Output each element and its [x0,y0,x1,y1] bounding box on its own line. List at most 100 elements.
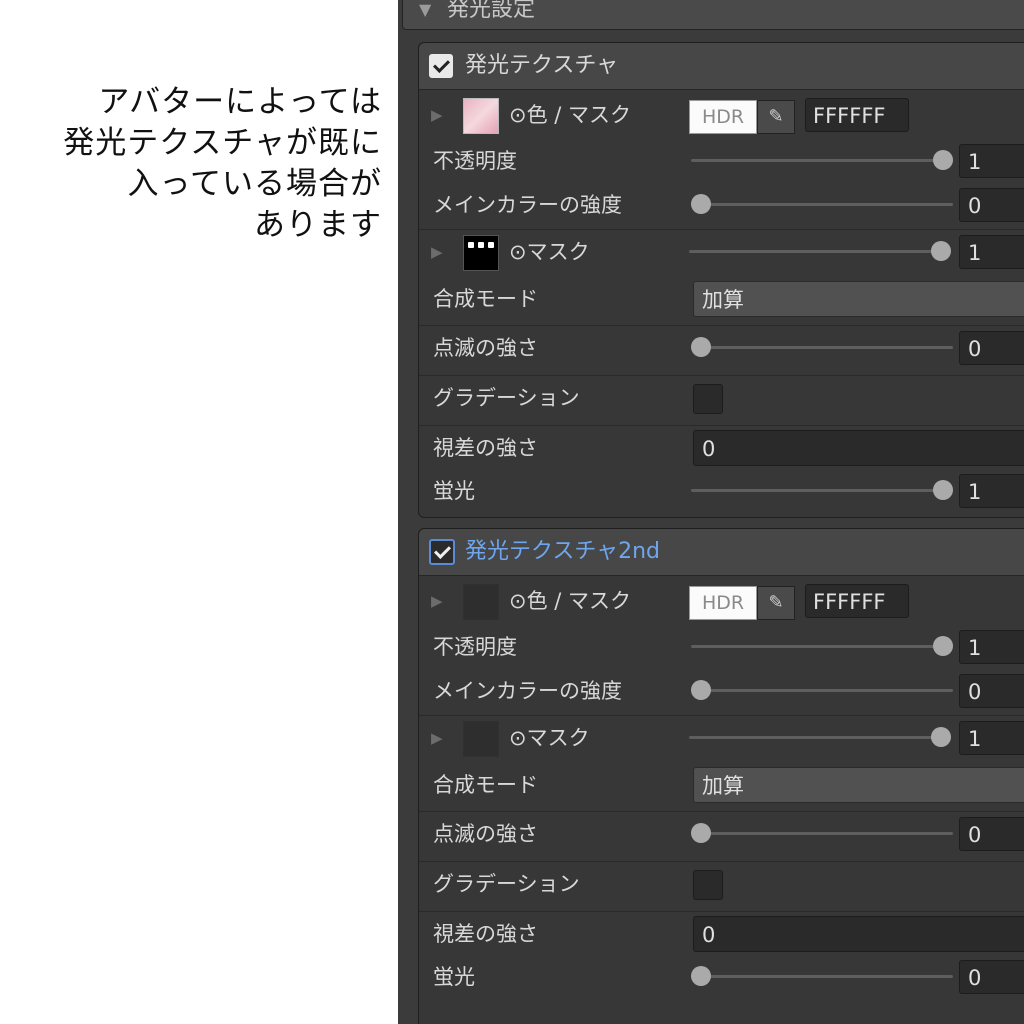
color-hex-field[interactable]: FFFFFF [805,584,909,618]
triangle-right-icon[interactable]: ▶ [431,230,443,274]
blend-mode-dropdown[interactable]: 加算 [693,767,1024,803]
main-color-strength-row: メインカラーの強度 0 [419,669,1024,713]
mask-thumbnail[interactable] [463,235,499,271]
main-color-strength-label: メインカラーの強度 [433,193,622,217]
slider-knob[interactable] [932,636,953,656]
blink-strength-label: 点滅の強さ [433,822,538,846]
parallax-strength-label: 視差の強さ [433,922,538,946]
enable-checkbox[interactable] [429,54,453,78]
mask-value[interactable]: 1 [959,235,1024,269]
mask-label: ⊙マスク [509,240,590,264]
blink-strength-value[interactable]: 0 [959,817,1024,851]
gradation-row: グラデーション [419,375,1024,420]
slider-knob[interactable] [691,680,712,700]
inspector-panel: ▼ 発光設定 発光テクスチャ ▶ ⊙色 / マスク HDR ✎ FFFFFF 不… [398,0,1024,1024]
annotation-caption: アバターによっては 発光テクスチャが既に 入っている場合が あります [0,82,382,246]
slider-knob[interactable] [691,194,712,214]
opacity-row: 不透明度 1 [419,625,1024,669]
gradation-row: グラデーション [419,861,1024,906]
emission-section-header[interactable]: ▼ 発光設定 [402,0,1024,30]
eyedropper-icon[interactable]: ✎ [757,100,795,134]
triangle-right-icon[interactable]: ▶ [431,579,443,623]
blend-mode-label: 合成モード [433,287,538,311]
group-title: 発光テクスチャ [465,53,619,78]
color-mask-row: ▶ ⊙色 / マスク HDR ✎ FFFFFF [419,579,1024,623]
slider-knob[interactable] [691,337,712,357]
eyedropper-icon[interactable]: ✎ [757,586,795,620]
slider-knob[interactable] [932,480,953,500]
main-color-strength-label: メインカラーの強度 [433,679,622,703]
group-title: 発光テクスチャ2nd [465,539,661,564]
caption-line: あります [254,207,382,243]
blink-strength-row: 点滅の強さ 0 [419,811,1024,856]
fluorescence-value[interactable]: 0 [959,960,1024,994]
slider-knob[interactable] [930,727,951,747]
emission-texture-2nd-group: 発光テクスチャ2nd ▶ ⊙色 / マスク HDR ✎ FFFFFF 不透明度 … [418,528,1024,1024]
mask-value[interactable]: 1 [959,721,1024,755]
color-mask-row: ▶ ⊙色 / マスク HDR ✎ FFFFFF [419,93,1024,137]
blink-strength-slider[interactable] [691,326,953,370]
triangle-down-icon: ▼ [419,0,432,19]
emission-texture-group: 発光テクスチャ ▶ ⊙色 / マスク HDR ✎ FFFFFF 不透明度 1 メ… [418,42,1024,518]
opacity-slider[interactable] [691,139,953,183]
opacity-value[interactable]: 1 [959,144,1024,178]
blend-mode-row: 合成モード 加算 [419,277,1024,321]
blink-strength-label: 点滅の強さ [433,336,538,360]
triangle-right-icon[interactable]: ▶ [431,93,443,137]
caption-line: アバターによっては [98,84,382,120]
fluorescence-label: 蛍光 [433,965,475,989]
enable-checkbox[interactable] [429,539,455,565]
blend-mode-dropdown[interactable]: 加算 [693,281,1024,317]
hdr-color-swatch[interactable]: HDR [689,100,757,134]
main-color-strength-value[interactable]: 0 [959,188,1024,222]
opacity-value[interactable]: 1 [959,630,1024,664]
parallax-strength-row: 視差の強さ 0 [419,425,1024,470]
slider-knob[interactable] [930,241,951,261]
opacity-row: 不透明度 1 [419,139,1024,183]
mask-label: ⊙マスク [509,726,590,750]
slider-knob[interactable] [691,823,712,843]
mask-slider[interactable] [689,230,951,274]
caption-line: 入っている場合が [127,166,382,202]
blink-strength-value[interactable]: 0 [959,331,1024,365]
caption-line: 発光テクスチャが既に [63,125,382,161]
fluorescence-slider[interactable] [691,469,953,513]
blink-strength-slider[interactable] [691,812,953,856]
main-color-strength-row: メインカラーの強度 0 [419,183,1024,227]
opacity-label: 不透明度 [433,635,517,659]
blend-mode-label: 合成モード [433,773,538,797]
parallax-strength-row: 視差の強さ 0 [419,911,1024,956]
opacity-slider[interactable] [691,625,953,669]
section-title: 発光設定 [447,0,536,22]
parallax-strength-label: 視差の強さ [433,436,538,460]
mask-thumbnail[interactable] [463,721,499,757]
fluorescence-row: 蛍光 0 [419,955,1024,999]
group-header: 発光テクスチャ [419,43,1024,90]
opacity-label: 不透明度 [433,149,517,173]
main-color-strength-slider[interactable] [691,183,953,227]
parallax-strength-field[interactable]: 0 [693,916,1024,952]
fluorescence-label: 蛍光 [433,479,475,503]
texture-thumbnail[interactable] [463,584,499,620]
parallax-strength-field[interactable]: 0 [693,430,1024,466]
fluorescence-value[interactable]: 1 [959,474,1024,508]
fluorescence-slider[interactable] [691,955,953,999]
slider-knob[interactable] [691,966,712,986]
blend-mode-row: 合成モード 加算 [419,763,1024,807]
gradation-label: グラデーション [433,386,580,410]
texture-thumbnail[interactable] [463,98,499,134]
color-mask-label: ⊙色 / マスク [509,589,632,613]
gradation-label: グラデーション [433,872,580,896]
hdr-color-swatch[interactable]: HDR [689,586,757,620]
fluorescence-row: 蛍光 1 [419,469,1024,513]
main-color-strength-slider[interactable] [691,669,953,713]
mask-slider[interactable] [689,716,951,760]
mask-row: ▶ ⊙マスク 1 [419,229,1024,274]
slider-knob[interactable] [932,150,953,170]
gradation-checkbox[interactable] [693,870,723,900]
gradation-checkbox[interactable] [693,384,723,414]
triangle-right-icon[interactable]: ▶ [431,716,443,760]
blink-strength-row: 点滅の強さ 0 [419,325,1024,370]
color-hex-field[interactable]: FFFFFF [805,98,909,132]
main-color-strength-value[interactable]: 0 [959,674,1024,708]
